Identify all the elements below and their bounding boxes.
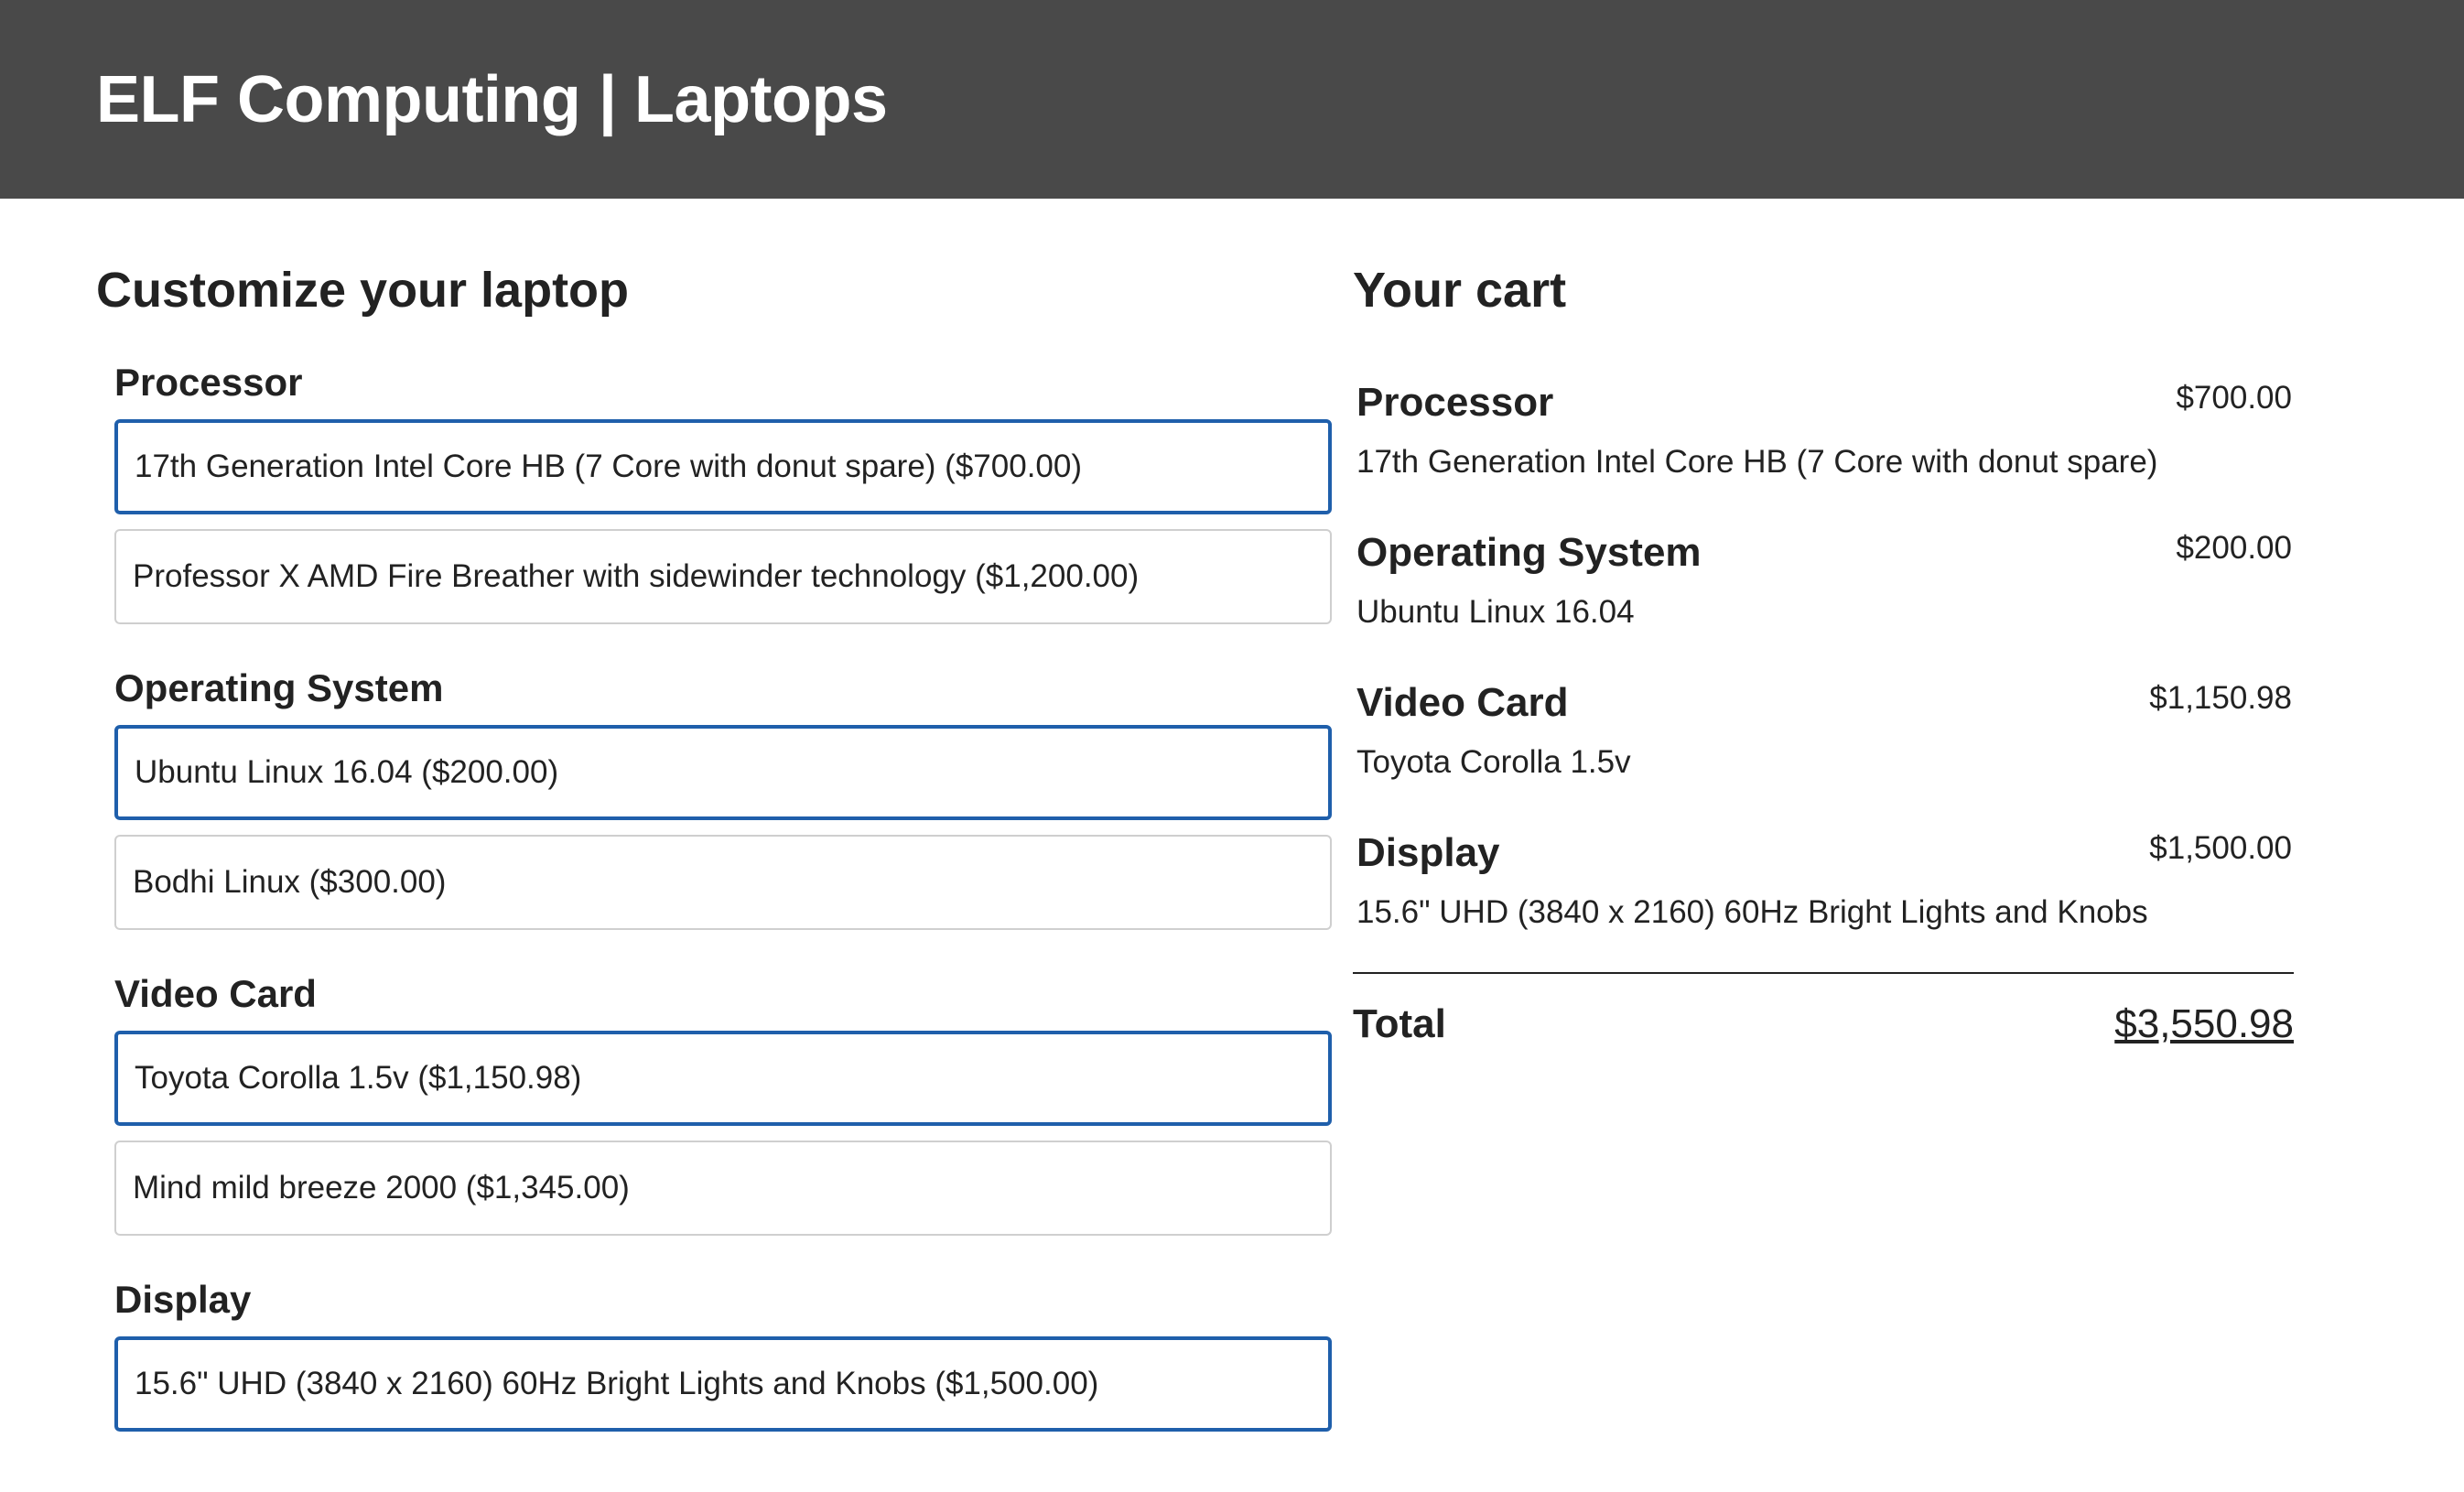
cart-title: Your cart (1353, 263, 1567, 318)
feature-processor: Processor 17th Generation Intel Core HB … (114, 355, 1332, 624)
cart-item-feature: Operating System (1356, 530, 1702, 575)
feature-display: Display 15.6" UHD (3840 x 2160) 60Hz Bri… (114, 1272, 1332, 1432)
cart-item-display: Display $1,500.00 15.6" UHD (3840 x 2160… (1353, 827, 2294, 935)
cart-total-label: Total (1353, 1001, 1446, 1046)
feature-name: Display (114, 1278, 252, 1321)
option-processor-amd[interactable]: Professor X AMD Fire Breather with sidew… (114, 529, 1332, 624)
customize-title: Customize your laptop (96, 263, 630, 318)
cart-item-option: Ubuntu Linux 16.04 (1356, 594, 1635, 630)
option-os-ubuntu[interactable]: Ubuntu Linux 16.04 ($200.00) (114, 725, 1332, 820)
cart-item-video-card: Video Card $1,150.98 Toyota Corolla 1.5v (1353, 677, 2294, 785)
option-video-mind[interactable]: Mind mild breeze 2000 ($1,345.00) (114, 1141, 1332, 1236)
cart-total-row: Total $3,550.98 (1353, 1001, 2294, 1047)
option-processor-intel[interactable]: 17th Generation Intel Core HB (7 Core wi… (114, 419, 1332, 514)
cart-item-option: 15.6" UHD (3840 x 2160) 60Hz Bright Ligh… (1356, 894, 2148, 930)
cart-total-value: $3,550.98 (2114, 1001, 2294, 1046)
feature-name: Operating System (114, 666, 444, 709)
cart-item-option: Toyota Corolla 1.5v (1356, 744, 1631, 780)
site-title: ELF Computing | Laptops (96, 62, 888, 136)
customize-panel: Customize your laptop Processor 17th Gen… (96, 199, 1332, 1432)
main-content: Customize your laptop Processor 17th Gen… (0, 199, 2464, 1492)
cart-item-price: $200.00 (2176, 530, 2292, 566)
feature-operating-system: Operating System Ubuntu Linux 16.04 ($20… (114, 661, 1332, 930)
site-header: ELF Computing | Laptops (0, 0, 2464, 199)
feature-name: Video Card (114, 972, 317, 1015)
option-video-toyota[interactable]: Toyota Corolla 1.5v ($1,150.98) (114, 1031, 1332, 1126)
cart-item-operating-system: Operating System $200.00 Ubuntu Linux 16… (1353, 527, 2294, 635)
cart-divider (1353, 972, 2294, 974)
cart-item-price: $700.00 (2176, 380, 2292, 416)
cart-item-price: $1,500.00 (2149, 830, 2292, 866)
cart-item-processor: Processor $700.00 17th Generation Intel … (1353, 377, 2294, 485)
cart-item-feature: Processor (1356, 380, 1554, 425)
feature-name: Processor (114, 361, 303, 404)
option-os-bodhi[interactable]: Bodhi Linux ($300.00) (114, 835, 1332, 930)
cart-item-feature: Display (1356, 830, 1500, 875)
cart-panel: Your cart Processor $700.00 17th Generat… (1353, 199, 2294, 1047)
option-display-uhd[interactable]: 15.6" UHD (3840 x 2160) 60Hz Bright Ligh… (114, 1336, 1332, 1432)
cart-item-option: 17th Generation Intel Core HB (7 Core wi… (1356, 444, 2158, 480)
cart-item-price: $1,150.98 (2149, 680, 2292, 716)
feature-video-card: Video Card Toyota Corolla 1.5v ($1,150.9… (114, 967, 1332, 1236)
cart-item-feature: Video Card (1356, 680, 1569, 725)
